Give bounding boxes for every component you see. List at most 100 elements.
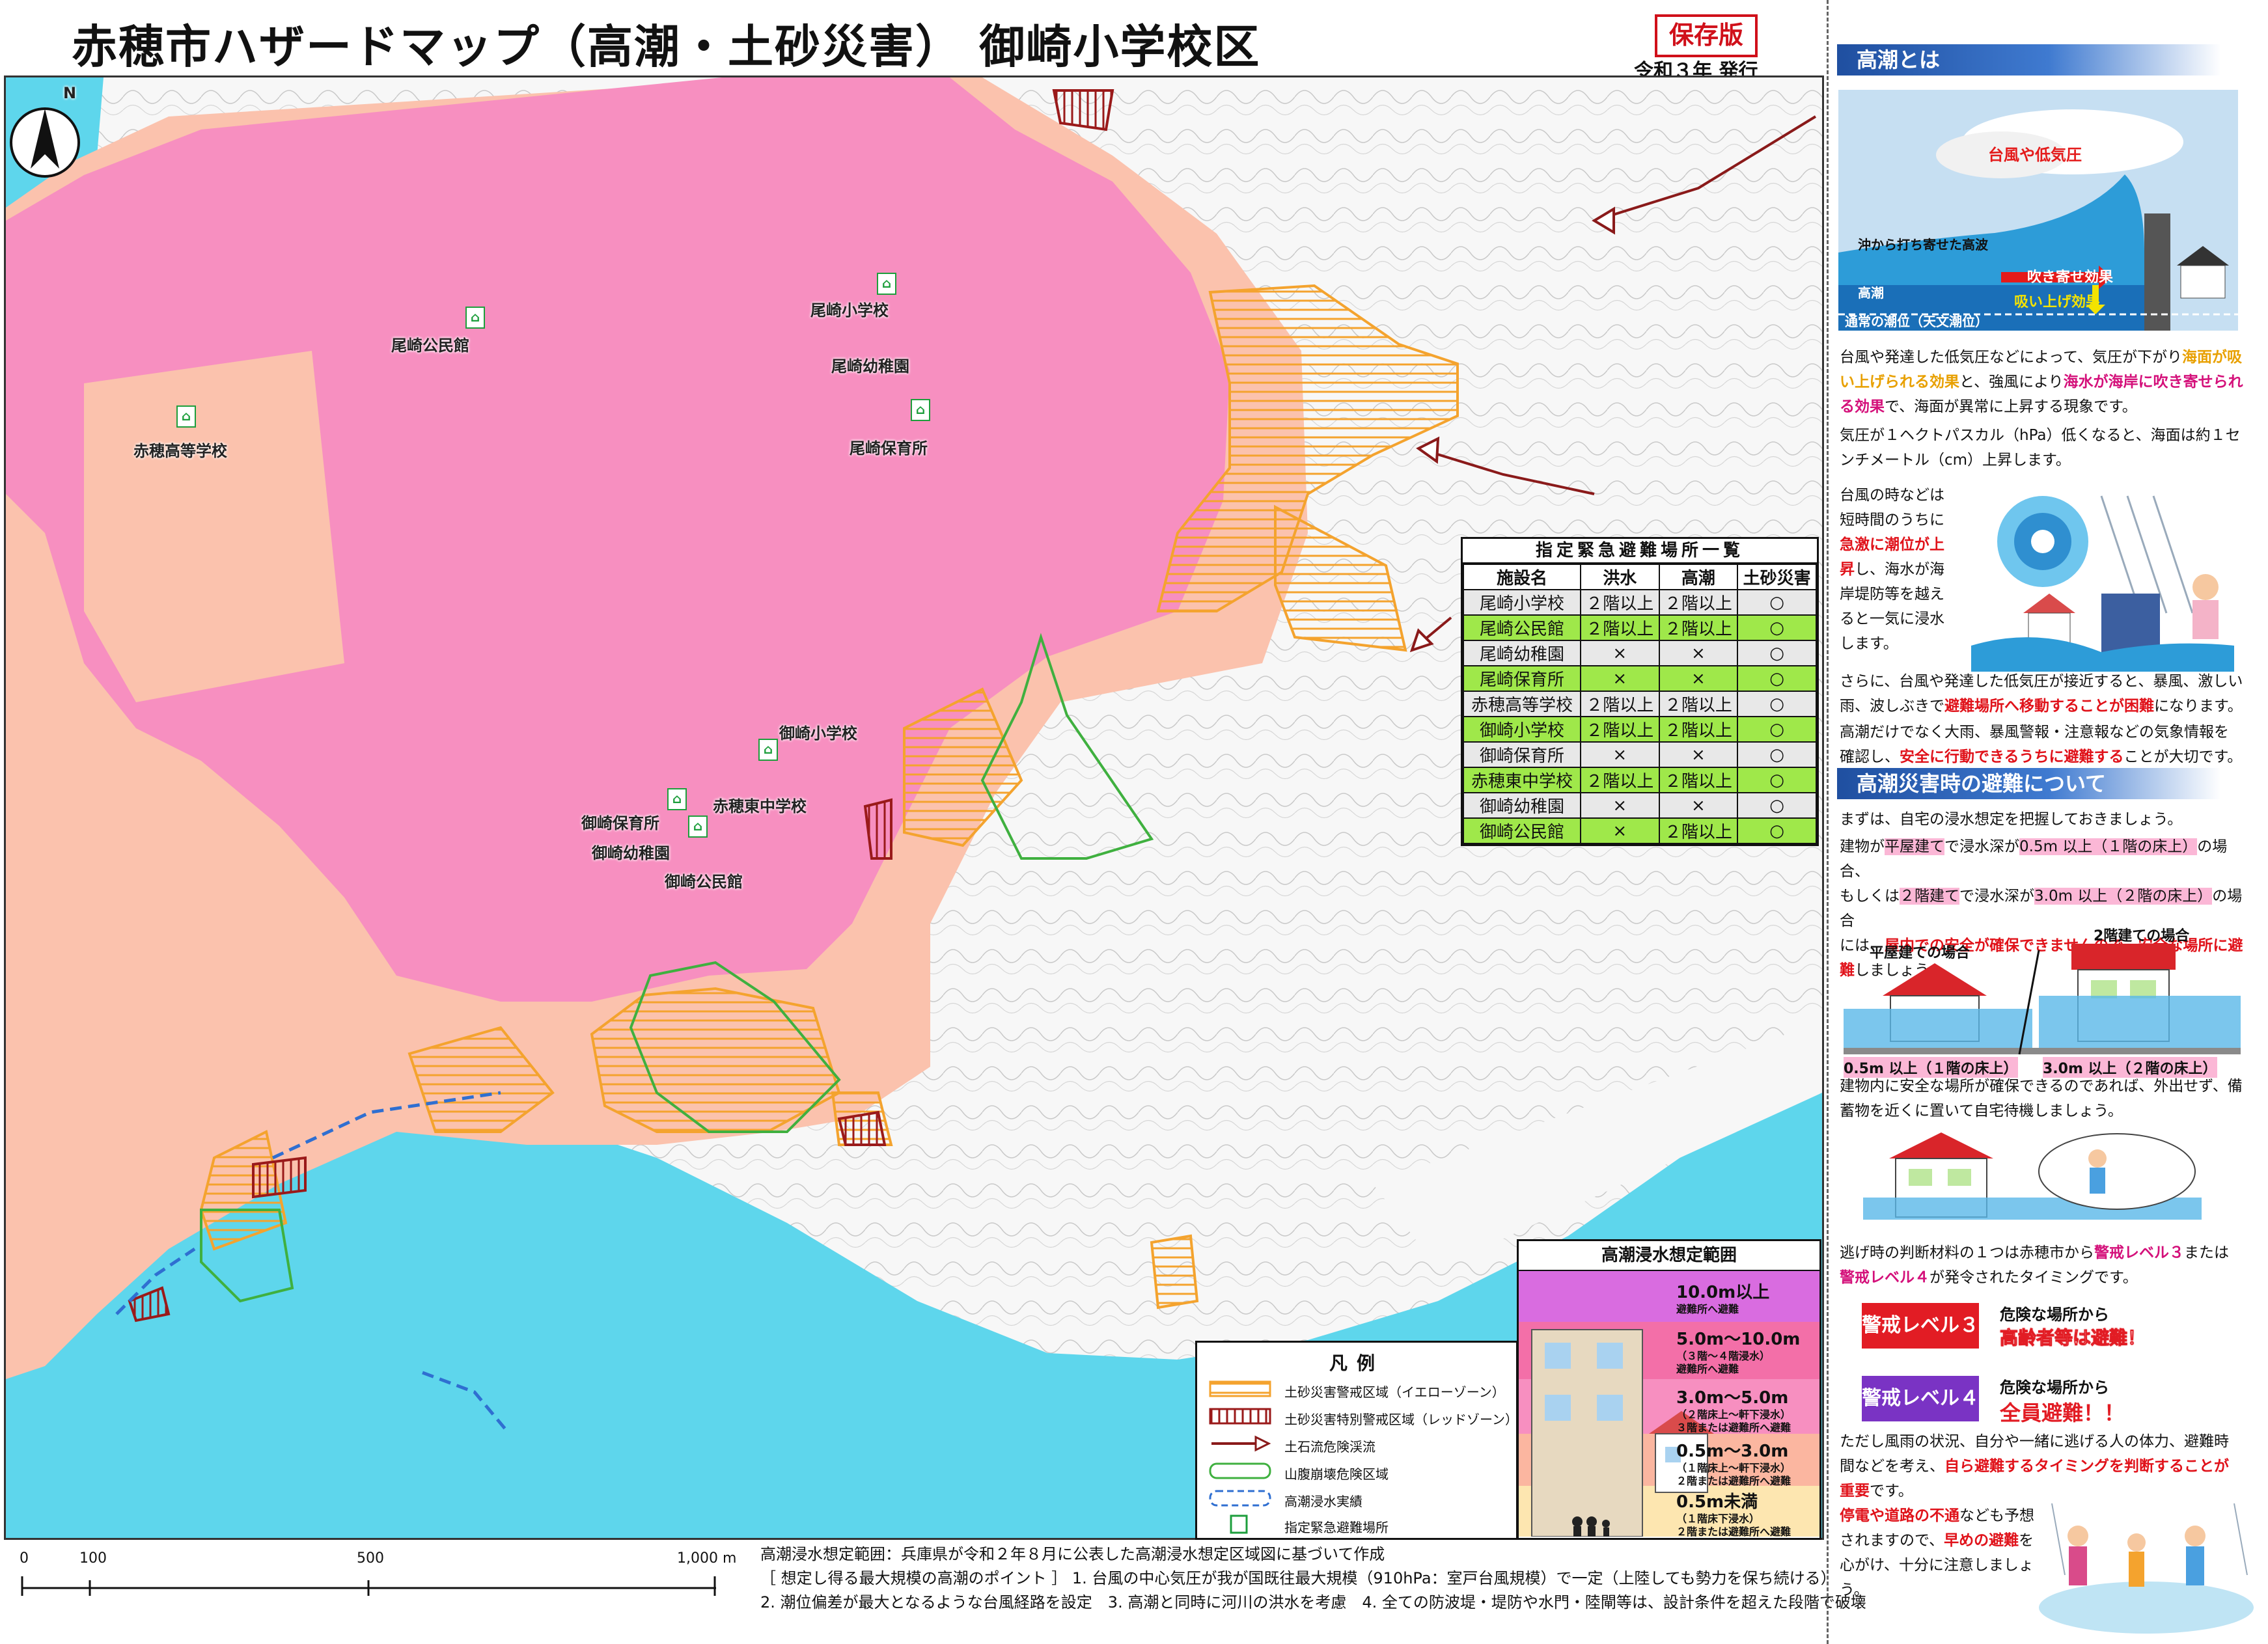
legend-shelter: 指定緊急避難場所	[1208, 1514, 1389, 1535]
table-cell: 御崎保育所	[1463, 741, 1581, 768]
table-cell: ○	[1737, 614, 1817, 641]
legend-past-inundation: 高潮浸水実績	[1208, 1488, 1362, 1509]
section-title-storm-surge: 高潮とは	[1837, 44, 2221, 75]
table-row: 赤穂高等学校 ２階以上 ２階以上 ○	[1463, 691, 1817, 717]
band-under-0-5m: 0.5m未満 （１階床下浸水） ２階または避難所へ避難	[1676, 1492, 1791, 1538]
facility-label[interactable]: 御崎小学校	[779, 720, 857, 743]
facility-label[interactable]: 尾崎公民館	[391, 333, 469, 355]
table-cell: ×	[1658, 741, 1739, 768]
table-cell: ２階以上	[1658, 614, 1739, 641]
typhoon-illustration	[1971, 483, 2234, 672]
table-cell: ２階以上	[1579, 589, 1660, 616]
table-cell: ○	[1737, 767, 1817, 793]
note-line-2: ［ 想定し得る最大規模の高潮のポイント ］ 1. 台風の中心気圧が我が国既往最大…	[760, 1569, 1836, 1587]
alert-level-3-badge: 警戒レベル３	[1862, 1303, 1979, 1349]
table-cell: 御崎公民館	[1463, 817, 1581, 844]
alert-level-3-text-2: 高齢者等は避難！	[1999, 1327, 2146, 1349]
facility-label[interactable]: 尾崎小学校	[810, 297, 889, 320]
table-cell: ○	[1737, 792, 1817, 819]
band-0-5-3m: 0.5m～3.0m （１階床上～軒下浸水） ２階または避難所へ避難	[1676, 1442, 1791, 1487]
note-line-3: 2. 潮位偏差が最大となるような台風経路を設定 3. 高潮と同時に河川の洪水を考…	[760, 1593, 1866, 1611]
scale-tick-1000: 1,000 m	[677, 1550, 737, 1567]
table-cell: 尾崎公民館	[1463, 614, 1581, 641]
table-cell: ×	[1658, 640, 1739, 666]
facility-label[interactable]: 御崎公民館	[665, 869, 743, 892]
band-3-5m: 3.0m～5.0m （２階床上～軒下浸水） ３階または避難所へ避難	[1676, 1388, 1791, 1434]
scale-tick-100: 100	[79, 1550, 107, 1567]
facility-label[interactable]: 御崎保育所	[581, 810, 659, 833]
stay-home-illustration	[1863, 1132, 2202, 1230]
panel-divider	[1827, 0, 1830, 1644]
table-cell: 御崎小学校	[1463, 716, 1581, 743]
shelter-icon[interactable]: ⌂	[877, 273, 896, 295]
map-legend: 凡例 土砂災害警戒区域（イエローゾーン） 土砂災害特別警戒区域（レッドゾーン） …	[1195, 1341, 1518, 1540]
evac-table-title: 指定緊急避難場所一覧	[1463, 539, 1817, 564]
legend-yellow-zone: 土砂災害警戒区域（イエローゾーン）	[1208, 1379, 1505, 1400]
table-cell: ×	[1579, 665, 1660, 692]
legend-red-zone: 土砂災害特別警戒区域（レッドゾーン）	[1208, 1406, 1518, 1427]
diagram-suction-effect: 吸い上げ効果	[2014, 294, 2101, 310]
band-5-10m: 5.0m～10.0m （３階～４階浸水） 避難所へ避難	[1676, 1330, 1801, 1375]
table-cell: ２階以上	[1658, 589, 1739, 616]
col-facility: 施設名	[1463, 564, 1581, 590]
text-act-early: 高潮だけでなく大雨、暴風警報・注意報などの気象情報を確認し、安全に行動できるうち…	[1840, 724, 2243, 765]
note-line-1: 高潮浸水想定範囲：兵庫県が令和２年８月に公表した高潮浸水想定区域図に基づいて作成	[760, 1545, 1385, 1563]
diagram-surge-label: 高潮	[1858, 285, 1884, 301]
diagram-wind-effect: 吹き寄せ効果	[2027, 269, 2114, 286]
diagram-waves-label: 沖から打ち寄せた高波	[1858, 237, 1988, 253]
shelter-icon[interactable]: ⌂	[465, 307, 485, 329]
table-cell: ×	[1579, 640, 1660, 666]
legend-landslide-zone: 山腹崩壊危険区域	[1208, 1461, 1389, 1482]
col-landslide: 土砂災害	[1737, 564, 1817, 590]
alert-level-4-text-1: 危険な場所から	[2000, 1378, 2109, 1397]
table-cell: ２階以上	[1658, 817, 1739, 844]
col-flood: 洪水	[1579, 564, 1660, 590]
text-rapid-rise: 台風の時などは短時間のうちに急激に潮位が上昇し、海水が海岸堤防等を越えると一気に…	[1840, 487, 1944, 652]
house-depth-illustration: 平屋建ての場合 2階建ての場合 0.5m 以上（１階の床上） 3.0m 以上（２…	[1844, 924, 2241, 1078]
facility-label[interactable]: 赤穂東中学校	[713, 793, 807, 816]
table-cell: ２階以上	[1658, 767, 1739, 793]
table-cell: ２階以上	[1579, 614, 1660, 641]
table-cell: ×	[1579, 741, 1660, 768]
info-panel: 高潮とは 台風や低気圧 沖から打ち寄せた高波 高潮 吹き寄せ効果 吸い上げ効果 …	[1824, 0, 2268, 1644]
table-cell: ×	[1658, 792, 1739, 819]
table-cell: ○	[1737, 741, 1817, 768]
table-row: 御崎保育所 × × ○	[1463, 741, 1817, 768]
page-title: 赤穂市ハザードマップ（高潮・土砂災害） 御崎小学校区	[72, 20, 1261, 74]
table-row: 尾崎保育所 × × ○	[1463, 665, 1817, 692]
shelter-icon[interactable]: ⌂	[667, 788, 687, 810]
text-early-evac: 停電や道路の不通なども予想されますので、早めの避難を心がけ、十分に注意しましょう…	[1840, 1507, 2034, 1598]
table-cell: ×	[1658, 665, 1739, 692]
table-cell: ○	[1737, 665, 1817, 692]
shelter-icon[interactable]: ⌂	[176, 405, 196, 428]
shelter-icon[interactable]: ⌂	[758, 739, 778, 761]
table-cell: 尾崎保育所	[1463, 665, 1581, 692]
house-two-story-label: 2階建ての場合	[2094, 928, 2190, 944]
diagram-typhoon-label: 台風や低気圧	[1988, 146, 2082, 164]
scale-tick-500: 500	[357, 1550, 384, 1567]
text-surge-mechanism: 台風や発達した低気圧などによって、気圧が下がり海面が吸い上げられる効果と、強風に…	[1840, 349, 2243, 415]
text-pressure: 気圧が１ヘクトパスカル（hPa）低くなると、海面は約１センチメートル（cm）上昇…	[1840, 427, 2241, 469]
table-cell: 赤穂東中学校	[1463, 767, 1581, 793]
table-cell: 尾崎幼稚園	[1463, 640, 1581, 666]
table-cell: 赤穂高等学校	[1463, 691, 1581, 717]
inundation-school-area	[84, 351, 344, 702]
facility-label[interactable]: 赤穂高等学校	[133, 438, 227, 461]
shelter-icon[interactable]: ⌂	[911, 399, 930, 421]
table-cell: ２階以上	[1658, 716, 1739, 743]
table-row: 御崎公民館 × ２階以上 ○	[1463, 817, 1817, 844]
shelter-icon[interactable]: ⌂	[688, 815, 708, 838]
facility-label[interactable]: 御崎幼稚園	[592, 840, 670, 863]
table-cell: ○	[1737, 640, 1817, 666]
evacuation-walk-illustration	[2039, 1497, 2254, 1634]
text-check-home: まずは、自宅の浸水想定を把握しておきましょう。	[1840, 811, 2183, 828]
legend-debris-flow: 土石流危険渓流	[1208, 1434, 1376, 1455]
house-single-story-label: 平屋建ての場合	[1870, 945, 1971, 961]
north-arrow	[10, 107, 80, 178]
facility-label[interactable]: 尾崎保育所	[850, 435, 928, 458]
table-cell: ○	[1737, 589, 1817, 616]
map-notes: 高潮浸水想定範囲：兵庫県が令和２年８月に公表した高潮浸水想定区域図に基づいて作成…	[760, 1542, 1866, 1615]
table-row: 御崎幼稚園 × × ○	[1463, 792, 1817, 819]
facility-label[interactable]: 尾崎幼稚園	[831, 353, 909, 376]
north-label: N	[63, 84, 77, 102]
